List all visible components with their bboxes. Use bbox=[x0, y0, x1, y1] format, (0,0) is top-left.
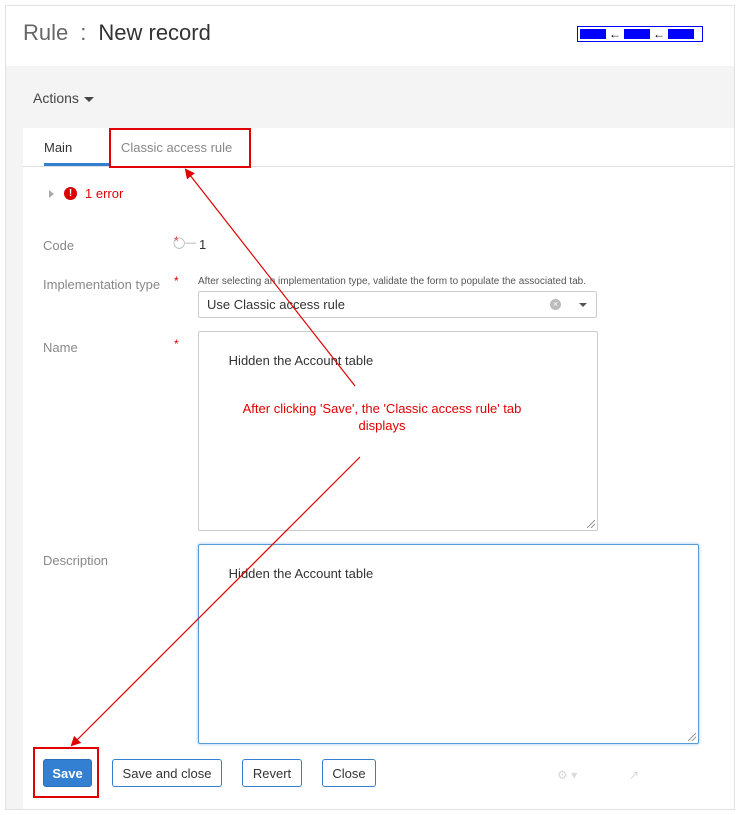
error-count: 1 error bbox=[85, 186, 124, 201]
actions-menu[interactable]: Actions bbox=[33, 90, 94, 106]
page-title: Rule: New record bbox=[23, 20, 211, 46]
revert-button[interactable]: Revert bbox=[242, 759, 302, 787]
title-separator: : bbox=[80, 20, 87, 45]
brand-logo: ← ← bbox=[577, 26, 703, 42]
implementation-type-label: Implementation type bbox=[43, 277, 161, 292]
implementation-type-select[interactable]: Use Classic access rule × bbox=[198, 291, 597, 318]
highlight-classic-tab bbox=[109, 128, 251, 168]
resize-grip-icon[interactable] bbox=[688, 733, 696, 741]
close-button[interactable]: Close bbox=[322, 759, 376, 787]
actions-label: Actions bbox=[33, 90, 79, 106]
annotation-text: After clicking 'Save', the 'Classic acce… bbox=[242, 401, 522, 433]
description-label: Description bbox=[43, 553, 109, 568]
implementation-type-hint: After selecting an implementation type, … bbox=[198, 276, 587, 287]
code-value: 1 bbox=[199, 237, 207, 252]
required-mark: * bbox=[174, 337, 179, 351]
highlight-save-button bbox=[33, 747, 99, 798]
logo-block bbox=[580, 29, 606, 39]
expand-triangle-icon bbox=[49, 189, 54, 198]
entity-name: Rule bbox=[23, 20, 69, 45]
logo-block bbox=[668, 29, 694, 39]
save-and-close-button[interactable]: Save and close bbox=[112, 759, 222, 787]
description-value: Hidden the Account table bbox=[228, 566, 374, 581]
record-title: New record bbox=[98, 20, 211, 45]
code-label: Code bbox=[43, 238, 75, 253]
form-panel: Main Classic access rule ! 1 error Code … bbox=[23, 128, 734, 809]
required-mark: * bbox=[174, 274, 179, 288]
error-icon: ! bbox=[64, 187, 77, 200]
key-icon: ◯— bbox=[173, 237, 197, 249]
name-value: Hidden the Account table bbox=[228, 353, 374, 368]
ghost-gear-icon: ⚙ ▾ bbox=[557, 768, 578, 782]
clear-icon[interactable]: × bbox=[550, 299, 561, 310]
dropdown-arrow-icon[interactable] bbox=[579, 303, 587, 307]
description-textarea[interactable]: Hidden the Account table bbox=[198, 544, 699, 744]
ghost-external-link-icon: ↗ bbox=[629, 768, 640, 782]
error-summary[interactable]: ! 1 error bbox=[49, 186, 123, 201]
active-tab-indicator bbox=[44, 163, 109, 166]
caret-down-icon bbox=[83, 96, 94, 102]
logo-block bbox=[624, 29, 650, 39]
tab-main[interactable]: Main bbox=[44, 140, 72, 155]
resize-grip-icon[interactable] bbox=[587, 520, 595, 528]
name-label: Name bbox=[43, 340, 78, 355]
logo-arrow-icon: ← bbox=[609, 27, 621, 41]
logo-arrow-icon: ← bbox=[653, 27, 665, 41]
page-header: Rule: New record ← ← bbox=[6, 6, 734, 66]
implementation-type-value: Use Classic access rule bbox=[207, 297, 345, 312]
